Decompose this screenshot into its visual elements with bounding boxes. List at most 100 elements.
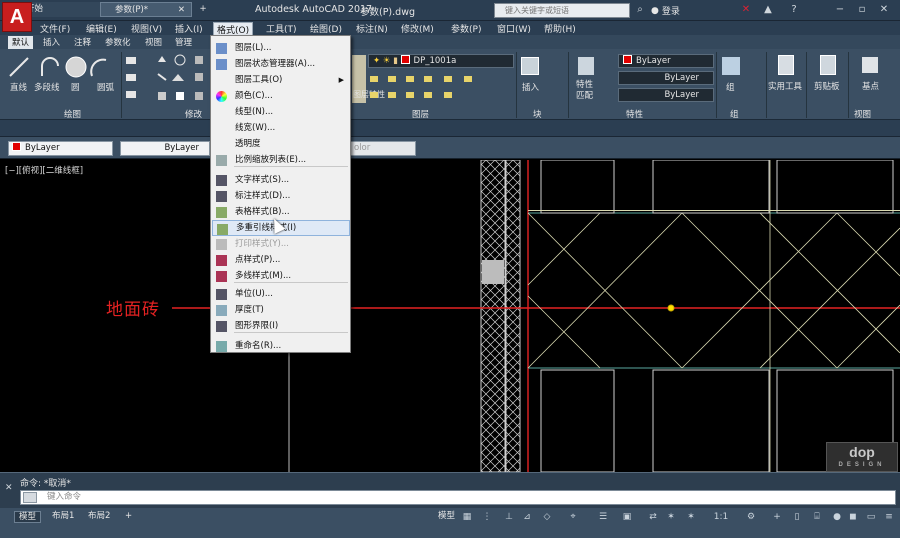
menu-view[interactable]: 视图(V): [128, 22, 165, 35]
osnap-icon[interactable]: ⌖: [566, 510, 580, 524]
help-icon[interactable]: ?: [786, 3, 802, 17]
menu-parametric[interactable]: 参数(P): [448, 22, 484, 35]
file-tab-current[interactable]: 参数(P)* ✕: [100, 2, 192, 17]
workspace-gear-icon[interactable]: ⚙: [744, 510, 758, 524]
annotation-monitor-icon[interactable]: +: [770, 510, 784, 524]
auto-scale-icon[interactable]: ✶: [684, 510, 698, 524]
signin-button[interactable]: ● 登录: [651, 4, 680, 18]
calculator-icon[interactable]: [778, 55, 794, 75]
menu-insert[interactable]: 插入(I): [172, 22, 206, 35]
close-icon[interactable]: ✕: [876, 3, 892, 17]
group-icon[interactable]: [722, 57, 740, 75]
menu-file[interactable]: 文件(F): [37, 22, 73, 35]
format-menu-item[interactable]: 线宽(W)...: [212, 120, 350, 136]
menu-draw[interactable]: 绘图(D): [307, 22, 345, 35]
polar-icon[interactable]: ⊿: [520, 510, 534, 524]
base-point-label[interactable]: 基点: [862, 80, 879, 92]
restore-icon[interactable]: ▫: [854, 3, 870, 17]
minimize-icon[interactable]: −: [832, 3, 848, 17]
layer-combo[interactable]: ✦ ☀ ▮ DP_1001a: [368, 54, 514, 68]
panel-properties-title[interactable]: 特性: [626, 108, 643, 120]
clean-screen-icon[interactable]: ▭: [864, 510, 878, 524]
insert-label[interactable]: 插入: [522, 81, 539, 93]
tab-view[interactable]: 视图: [141, 36, 166, 48]
prop-linetype-combo[interactable]: ByLayer: [120, 141, 210, 156]
clipboard-label[interactable]: 剪贴板: [814, 80, 840, 92]
model-space-toggle[interactable]: 模型: [434, 511, 459, 523]
format-menu-item[interactable]: 图层(L)...: [212, 40, 350, 56]
command-close-icon[interactable]: ✕: [5, 483, 13, 493]
match-properties-icon[interactable]: [578, 57, 594, 75]
format-menu-item[interactable]: 颜色(C)...: [212, 88, 350, 104]
format-menu-item[interactable]: 透明度: [212, 136, 350, 152]
a360-icon[interactable]: ▲: [760, 3, 776, 17]
search-input[interactable]: 键入关键字或短语: [494, 3, 630, 18]
add-layout-icon[interactable]: +: [121, 511, 136, 523]
grid-icon[interactable]: ▦: [460, 510, 474, 524]
format-menu-item[interactable]: 点样式(P)...: [212, 252, 350, 268]
tool-circle[interactable]: 圆: [71, 81, 80, 93]
menu-dimension[interactable]: 标注(N): [353, 22, 391, 35]
units-icon[interactable]: ▯: [790, 510, 804, 524]
annotation-scale[interactable]: 1:1: [710, 510, 732, 524]
utilities-label[interactable]: 实用工具: [768, 80, 802, 92]
format-menu-item[interactable]: 标注样式(D)...: [212, 188, 350, 204]
menu-modify[interactable]: 修改(M): [398, 22, 437, 35]
tool-arc[interactable]: 圆弧: [97, 81, 114, 93]
close-tab-icon[interactable]: ✕: [178, 3, 185, 17]
linetype-combo[interactable]: ByLayer: [618, 71, 714, 85]
isodraft-icon[interactable]: ◇: [540, 510, 554, 524]
base-point-icon[interactable]: [862, 57, 878, 73]
layout-tab-2[interactable]: 布局2: [84, 511, 114, 523]
hardware-accel-icon[interactable]: ◼: [846, 510, 860, 524]
format-menu-item[interactable]: 文字样式(S)...: [212, 172, 350, 188]
menu-edit[interactable]: 编辑(E): [83, 22, 120, 35]
panel-modify-title[interactable]: 修改: [185, 108, 202, 120]
group-label[interactable]: 组: [726, 81, 735, 93]
selection-cycling-icon[interactable]: ⇄: [646, 510, 660, 524]
format-menu-item[interactable]: 厚度(T): [212, 302, 350, 318]
format-menu-item[interactable]: 表格样式(B)...: [212, 204, 350, 220]
quick-properties-icon[interactable]: ⌸: [810, 510, 824, 524]
menu-window[interactable]: 窗口(W): [494, 22, 534, 35]
isolate-objects-icon[interactable]: ●: [830, 510, 844, 524]
panel-layers-title[interactable]: 图层: [412, 108, 429, 120]
menu-help[interactable]: 帮助(H): [541, 22, 579, 35]
format-menu-item[interactable]: 图层状态管理器(A)...: [212, 56, 350, 72]
command-recent-icon[interactable]: [23, 492, 37, 503]
clipboard-icon[interactable]: [820, 55, 836, 75]
tool-polyline[interactable]: 多段线: [34, 81, 60, 93]
search-icon[interactable]: ⌕: [632, 3, 648, 17]
transparency-icon[interactable]: ▣: [620, 510, 634, 524]
lineweight-combo[interactable]: ByLayer: [618, 88, 714, 102]
application-menu-button[interactable]: A: [2, 2, 32, 32]
command-input[interactable]: 键入命令: [20, 490, 896, 505]
annotation-visibility-icon[interactable]: ✶: [664, 510, 678, 524]
tab-default[interactable]: 默认: [8, 36, 34, 49]
color-combo[interactable]: ByLayer: [618, 54, 714, 68]
new-tab-icon[interactable]: +: [196, 2, 210, 17]
format-menu-item[interactable]: 单位(U)...: [212, 286, 350, 302]
format-menu-item[interactable]: 重命名(R)...: [212, 338, 350, 354]
tab-annotate[interactable]: 注释: [70, 36, 95, 48]
lineweight-icon[interactable]: ☰: [596, 510, 610, 524]
panel-block-title[interactable]: 块: [533, 108, 542, 120]
tab-manage[interactable]: 管理: [171, 36, 196, 48]
format-menu-item[interactable]: 线型(N)...: [212, 104, 350, 120]
tab-insert[interactable]: 插入: [39, 36, 64, 48]
viewport-controls[interactable]: [−][俯视][二维线框]: [5, 164, 83, 176]
layout-tab-model[interactable]: 模型: [14, 511, 42, 523]
customization-icon[interactable]: ≡: [882, 510, 896, 524]
format-menu-item[interactable]: 图层工具(O) ▶: [212, 72, 350, 88]
panel-draw-title[interactable]: 绘图: [64, 108, 81, 120]
snap-icon[interactable]: ⋮: [480, 510, 494, 524]
panel-view-title[interactable]: 视图: [854, 108, 871, 120]
insert-block-icon[interactable]: [521, 57, 539, 75]
tab-parametric[interactable]: 参数化: [101, 36, 135, 48]
layout-tab-1[interactable]: 布局1: [48, 511, 78, 523]
prop-color-combo[interactable]: ByLayer: [8, 141, 113, 156]
menu-tools[interactable]: 工具(T): [263, 22, 300, 35]
ortho-icon[interactable]: ⊥: [502, 510, 516, 524]
exchange-apps-icon[interactable]: ✕: [738, 3, 754, 17]
panel-group-title[interactable]: 组: [730, 108, 739, 120]
